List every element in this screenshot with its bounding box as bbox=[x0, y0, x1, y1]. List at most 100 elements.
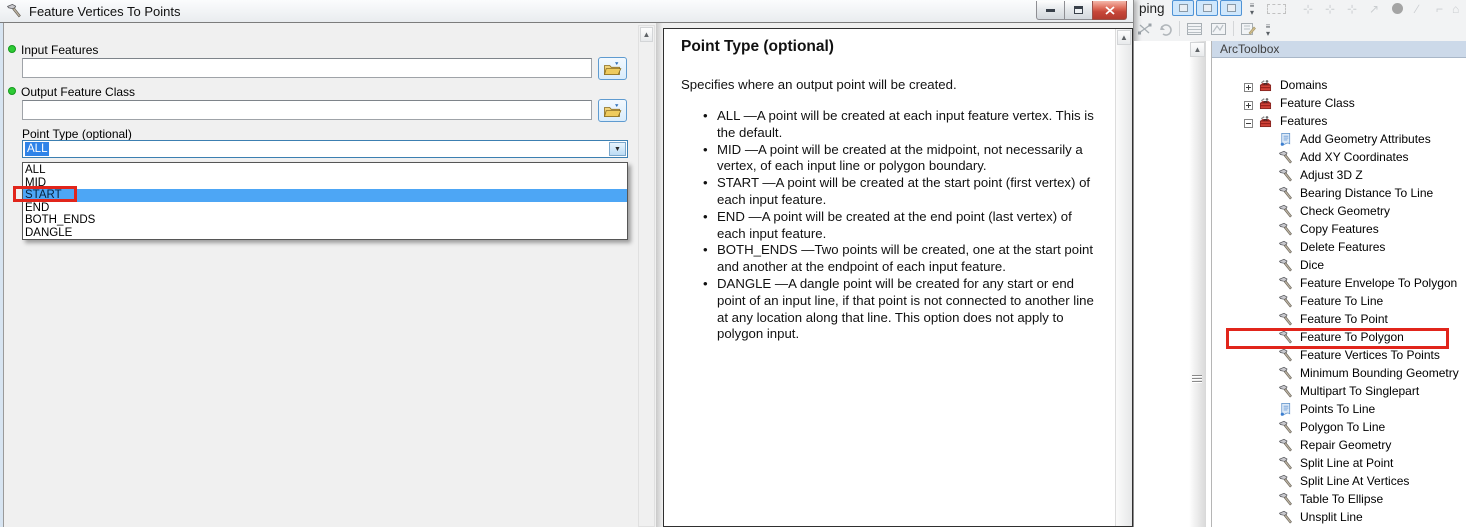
toolbox-tree-item[interactable]: Copy Features bbox=[1212, 220, 1466, 238]
attribute-table-icon[interactable] bbox=[1186, 21, 1203, 37]
toolbox-tree-item[interactable]: Feature To Point bbox=[1212, 310, 1466, 328]
pane-icon bbox=[1202, 4, 1212, 12]
dropdown-option[interactable]: DANGLE bbox=[23, 227, 627, 240]
toolbox-tree-item[interactable]: Feature Class bbox=[1212, 94, 1466, 112]
open-folder-icon bbox=[603, 61, 622, 75]
minimize-button[interactable] bbox=[1036, 1, 1065, 20]
browse-input-button[interactable] bbox=[598, 57, 627, 80]
hammer-icon bbox=[1278, 474, 1292, 488]
splitter-grip-icon bbox=[1192, 375, 1202, 384]
output-feature-class-label: Output Feature Class bbox=[21, 85, 136, 99]
browse-output-button[interactable] bbox=[598, 99, 627, 122]
undo-arc-icon[interactable] bbox=[1158, 21, 1174, 37]
toolbox-tree-item[interactable]: Unsplit Line bbox=[1212, 508, 1466, 526]
toolbar-separator bbox=[1233, 21, 1234, 36]
dropdown-option[interactable]: MID bbox=[23, 177, 627, 190]
scroll-up-button[interactable]: ▲ bbox=[1190, 42, 1205, 57]
dock-splitter-bar[interactable]: ▲ bbox=[1189, 41, 1206, 527]
hammer-icon bbox=[1278, 204, 1292, 218]
toolbox-tree-item[interactable]: Split Line at Point bbox=[1212, 454, 1466, 472]
disabled-toolbar-icon: ∕ bbox=[1416, 2, 1419, 16]
hammer-icon bbox=[1278, 366, 1292, 380]
toolbox-tree-item[interactable]: Split Line At Vertices bbox=[1212, 472, 1466, 490]
toolbox-tree-item[interactable]: Feature To Line bbox=[1212, 292, 1466, 310]
toolbox-tree-item[interactable]: Domains bbox=[1212, 76, 1466, 94]
collapse-minus-icon[interactable] bbox=[1244, 118, 1253, 128]
point-type-combobox[interactable]: ALL ▼ bbox=[22, 140, 628, 158]
toolbox-tree-item[interactable]: Multipart To Singlepart bbox=[1212, 382, 1466, 400]
expand-plus-icon[interactable] bbox=[1244, 82, 1253, 92]
toolbox-tree-item[interactable]: Repair Geometry bbox=[1212, 436, 1466, 454]
dropdown-option[interactable]: ALL bbox=[23, 164, 627, 177]
tree-item-label: Unsplit Line bbox=[1300, 510, 1363, 524]
toolbar-separator bbox=[1179, 21, 1180, 36]
dialog-titlebar[interactable]: Feature Vertices To Points bbox=[0, 0, 1133, 22]
hammer-icon bbox=[1278, 456, 1292, 470]
hammer-icon bbox=[1278, 258, 1292, 272]
combobox-dropdown-button[interactable]: ▼ bbox=[609, 142, 626, 156]
toolbox-tree-item[interactable]: Delete Features bbox=[1212, 238, 1466, 256]
form-edit-icon[interactable] bbox=[1240, 21, 1257, 37]
tree-item-label: Add XY Coordinates bbox=[1300, 150, 1409, 164]
toolbox-tree: Domains Feature Class Features Add Geometry… bbox=[1212, 58, 1466, 527]
toolbox-icon bbox=[1259, 97, 1272, 109]
toggle-pane-button-3[interactable] bbox=[1220, 0, 1242, 16]
arctoolbox-header[interactable]: ArcToolbox bbox=[1212, 41, 1466, 58]
toolbox-tree-item[interactable]: Add Geometry Attributes bbox=[1212, 130, 1466, 148]
form-scrollbar[interactable]: ▲ bbox=[638, 25, 655, 527]
toolbox-tree-item[interactable]: Points To Line bbox=[1212, 400, 1466, 418]
triangle-up-icon: ▲ bbox=[1193, 45, 1202, 54]
toolbox-tree-item[interactable]: Add XY Coordinates bbox=[1212, 148, 1466, 166]
toolbar-label-fragment: ping bbox=[1139, 1, 1165, 16]
tree-item-label: Features bbox=[1280, 114, 1328, 128]
toolbox-icon bbox=[1259, 79, 1272, 91]
selection-box-icon bbox=[1267, 4, 1286, 14]
help-panel: Point Type (optional) Specifies where an… bbox=[663, 28, 1133, 527]
tree-item-label: Split Line At Vertices bbox=[1300, 474, 1410, 488]
toolbox-tree-item[interactable]: Features bbox=[1212, 112, 1466, 130]
tree-item-label: Repair Geometry bbox=[1300, 438, 1392, 452]
expand-plus-icon[interactable] bbox=[1244, 100, 1253, 110]
combobox-value: ALL bbox=[25, 142, 50, 156]
dropdown-option[interactable]: BOTH_ENDS bbox=[23, 214, 627, 227]
tree-item-label: Adjust 3D Z bbox=[1300, 168, 1363, 182]
help-bullet-item: MID —A point will be created at the midp… bbox=[703, 142, 1103, 176]
chevron-down-icon: ▼ bbox=[614, 145, 621, 153]
toggle-pane-button-1[interactable] bbox=[1172, 0, 1194, 16]
dropdown-option[interactable]: END bbox=[23, 202, 627, 215]
annotation-box-feature-vertices bbox=[1226, 328, 1449, 349]
required-dot bbox=[8, 45, 16, 53]
tree-item-label: Feature Vertices To Points bbox=[1300, 348, 1440, 362]
disabled-toolbar-icon: ⊹ bbox=[1347, 2, 1358, 16]
toolbar-overflow-icon[interactable]: ≡ ▾ bbox=[1262, 23, 1274, 38]
toolbox-tree-item[interactable]: Check Geometry bbox=[1212, 202, 1466, 220]
point-type-dropdown-list: ALL MID START END BOTH_ENDS DANGLE bbox=[22, 162, 628, 240]
edit-vertices-icon[interactable] bbox=[1137, 21, 1153, 37]
scroll-up-button[interactable]: ▲ bbox=[1117, 30, 1131, 45]
hammer-icon bbox=[1278, 222, 1292, 236]
toolbox-tree-item[interactable]: Adjust 3D Z bbox=[1212, 166, 1466, 184]
restore-button[interactable] bbox=[1065, 1, 1092, 20]
help-bullet-item: END —A point will be created at the end … bbox=[703, 209, 1103, 243]
help-scrollbar[interactable]: ▲ bbox=[1115, 29, 1132, 526]
hammer-icon bbox=[1278, 438, 1292, 452]
input-features-field[interactable] bbox=[22, 58, 592, 78]
toolbox-tree-item[interactable]: Bearing Distance To Line bbox=[1212, 184, 1466, 202]
script-icon bbox=[1280, 402, 1291, 416]
sketch-properties-icon[interactable] bbox=[1210, 21, 1227, 37]
close-button[interactable] bbox=[1092, 1, 1127, 20]
toggle-pane-button-2[interactable] bbox=[1196, 0, 1218, 16]
annotation-box-start bbox=[13, 186, 77, 202]
tree-item-label: Split Line at Point bbox=[1300, 456, 1394, 470]
toolbar-overflow-icon[interactable]: ≡ ▾ bbox=[1246, 2, 1258, 17]
toolbox-tree-item[interactable]: Minimum Bounding Geometry bbox=[1212, 364, 1466, 382]
toolbox-tree-item[interactable]: Feature Envelope To Polygon bbox=[1212, 274, 1466, 292]
scroll-up-button[interactable]: ▲ bbox=[640, 27, 653, 42]
dropdown-option[interactable]: START bbox=[23, 189, 627, 202]
toolbox-tree-item[interactable]: Table To Ellipse bbox=[1212, 490, 1466, 508]
toolbox-tree-item[interactable]: Dice bbox=[1212, 256, 1466, 274]
output-feature-class-field[interactable] bbox=[22, 100, 592, 120]
toolbox-tree-item[interactable]: Polygon To Line bbox=[1212, 418, 1466, 436]
arctoolbox-panel: ArcToolbox Domains Feature Class Features A… bbox=[1211, 41, 1466, 527]
restore-icon bbox=[1074, 6, 1083, 14]
